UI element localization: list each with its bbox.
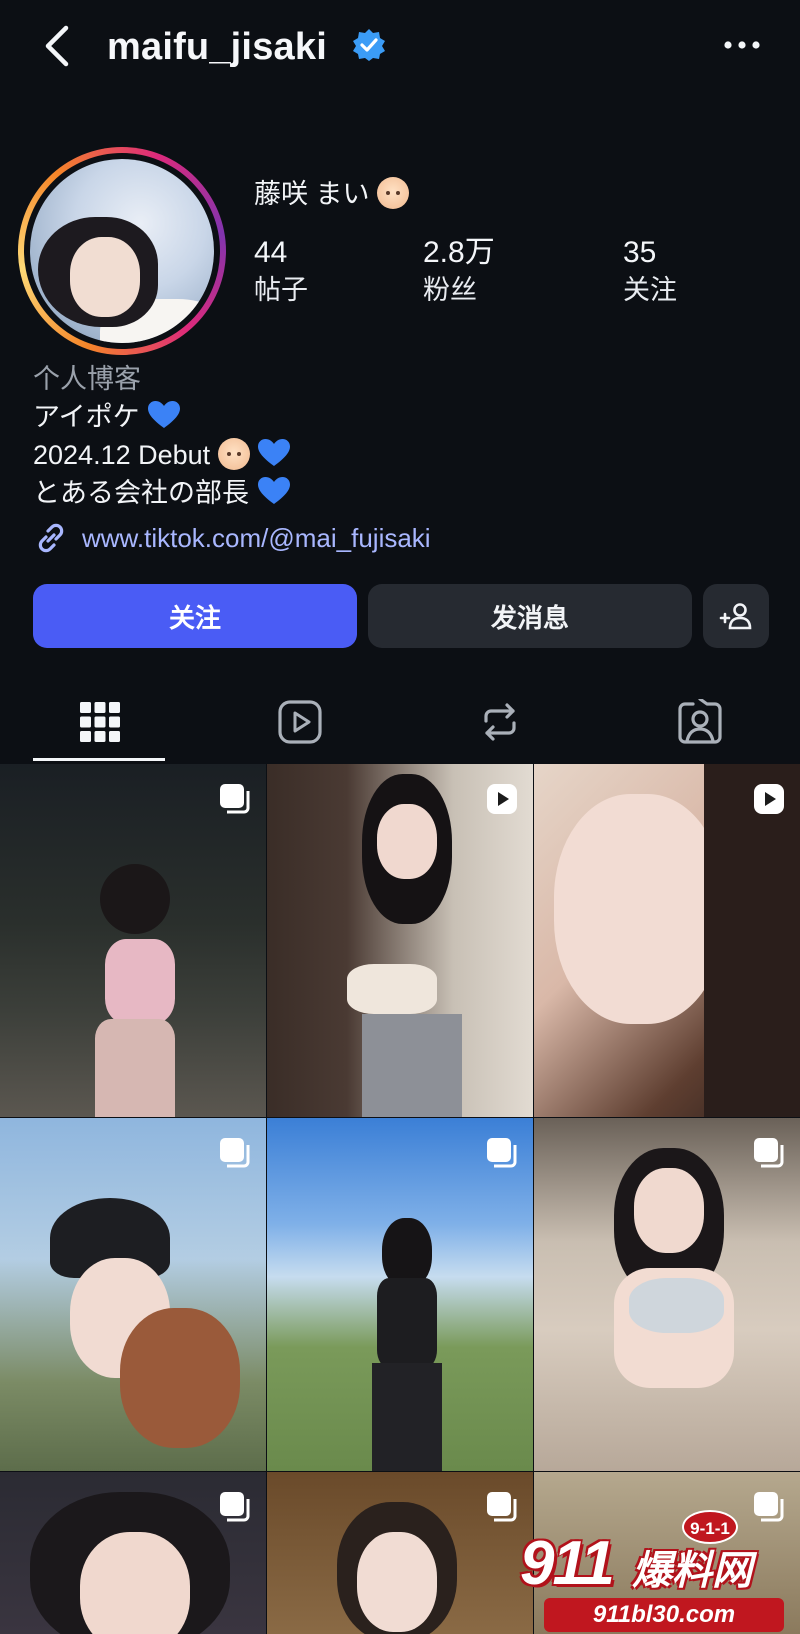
profile-username: maifu_jisaki: [107, 26, 327, 68]
post-photo-face: [554, 794, 724, 1024]
post-thumbnail[interactable]: [0, 764, 266, 1117]
bio-line-3: とある会社の部長: [33, 474, 291, 512]
more-horizontal-icon[interactable]: [722, 30, 762, 60]
tab-tagged[interactable]: [600, 684, 800, 760]
display-name: 藤咲 まい: [254, 176, 410, 212]
post-photo-face: [634, 1168, 704, 1253]
carousel-icon: [220, 1492, 250, 1522]
link-icon: [38, 523, 64, 553]
tab-posts-grid[interactable]: [0, 684, 200, 760]
reel-icon: [754, 784, 784, 814]
carousel-icon: [754, 1138, 784, 1168]
post-photo-top: [377, 1278, 437, 1368]
post-photo-face: [357, 1532, 437, 1632]
post-photo-top: [347, 964, 437, 1014]
add-person-icon: [719, 603, 752, 630]
bio-line-1-text: アイポケ: [33, 402, 140, 432]
top-bar: maifu_jisaki: [0, 0, 800, 100]
verified-badge-icon: [353, 29, 385, 61]
display-name-text: 藤咲 まい: [254, 179, 370, 209]
reels-icon: [278, 700, 322, 744]
post-thumbnail[interactable]: [0, 1118, 266, 1471]
post-photo-face: [80, 1532, 190, 1634]
post-thumbnail[interactable]: [534, 1118, 800, 1471]
post-thumbnail[interactable]: [0, 1472, 266, 1634]
carousel-icon: [487, 1138, 517, 1168]
bio-line-2: 2024.12 Debut: [33, 436, 291, 474]
watermark-number: 911: [520, 1529, 615, 1598]
post-photo-dog: [120, 1308, 240, 1448]
stat-following-value: 35: [623, 236, 657, 269]
back-button[interactable]: [38, 22, 78, 70]
stat-posts-value: 44: [254, 236, 288, 269]
bio-line-1: アイポケ: [33, 398, 291, 436]
post-thumbnail[interactable]: [267, 1472, 533, 1634]
post-thumbnail[interactable]: [267, 764, 533, 1117]
stat-following-label: 关注: [623, 275, 677, 305]
post-photo-skirt: [95, 1019, 175, 1117]
message-button[interactable]: 发消息: [368, 584, 692, 648]
bio-line-3-text: とある会社の部長: [33, 478, 249, 508]
follow-button[interactable]: 关注: [33, 584, 357, 648]
suggest-people-button[interactable]: [703, 584, 769, 648]
stat-followers-value: 2.8万: [423, 236, 495, 269]
post-thumbnail[interactable]: [534, 764, 800, 1117]
stat-posts[interactable]: 44 帖子: [254, 234, 308, 308]
baby-face-icon: [377, 177, 410, 209]
tab-reels[interactable]: [200, 684, 400, 760]
profile-tabs: [0, 684, 800, 764]
reposts-icon: [484, 703, 516, 741]
reel-icon: [487, 784, 517, 814]
post-thumbnail[interactable]: [267, 1118, 533, 1471]
blue-heart-icon: [148, 401, 181, 428]
post-photo-pants: [362, 1014, 462, 1117]
watermark-title: 爆料网: [632, 1549, 752, 1593]
stat-followers-label: 粉丝: [423, 275, 477, 305]
active-tab-indicator: [33, 758, 165, 761]
avatar-ring-gap: [24, 153, 220, 349]
carousel-icon: [220, 1138, 250, 1168]
stat-following[interactable]: 35 关注: [623, 234, 677, 308]
site-watermark: 9-1-1 911 爆料网 911bl30.com: [520, 1510, 800, 1634]
post-photo-hair: [100, 864, 170, 934]
profile-link[interactable]: www.tiktok.com/@mai_fujisaki: [33, 518, 431, 558]
profile-avatar[interactable]: [18, 147, 226, 355]
blue-heart-icon: [257, 477, 290, 504]
profile-bio: 个人博客 アイポケ 2024.12 Debut とある会社の部長: [33, 360, 291, 512]
tab-reposts[interactable]: [400, 684, 600, 760]
post-photo-top: [629, 1278, 724, 1333]
stat-followers[interactable]: 2.8万 粉丝: [423, 234, 495, 308]
avatar-photo-face: [70, 237, 140, 317]
post-photo-hair: [704, 764, 800, 1117]
blue-heart-icon: [258, 439, 291, 466]
posts-grid: [0, 764, 800, 1634]
post-photo-top: [105, 939, 175, 1024]
stat-posts-label: 帖子: [254, 275, 308, 305]
chevron-left-icon: [45, 25, 69, 67]
watermark-url: 911bl30.com: [544, 1598, 784, 1632]
carousel-icon: [487, 1492, 517, 1522]
bio-category: 个人博客: [33, 364, 141, 394]
avatar-photo: [30, 159, 214, 343]
profile-link-text: www.tiktok.com/@mai_fujisaki: [82, 522, 431, 553]
tagged-person-icon: [678, 699, 722, 744]
bio-line-2-text: 2024.12 Debut: [33, 440, 211, 470]
post-photo-pants: [372, 1363, 442, 1471]
post-photo-face: [377, 804, 437, 879]
grid-icon: [80, 702, 120, 742]
carousel-icon: [220, 784, 250, 814]
baby-face-icon: [217, 438, 250, 470]
